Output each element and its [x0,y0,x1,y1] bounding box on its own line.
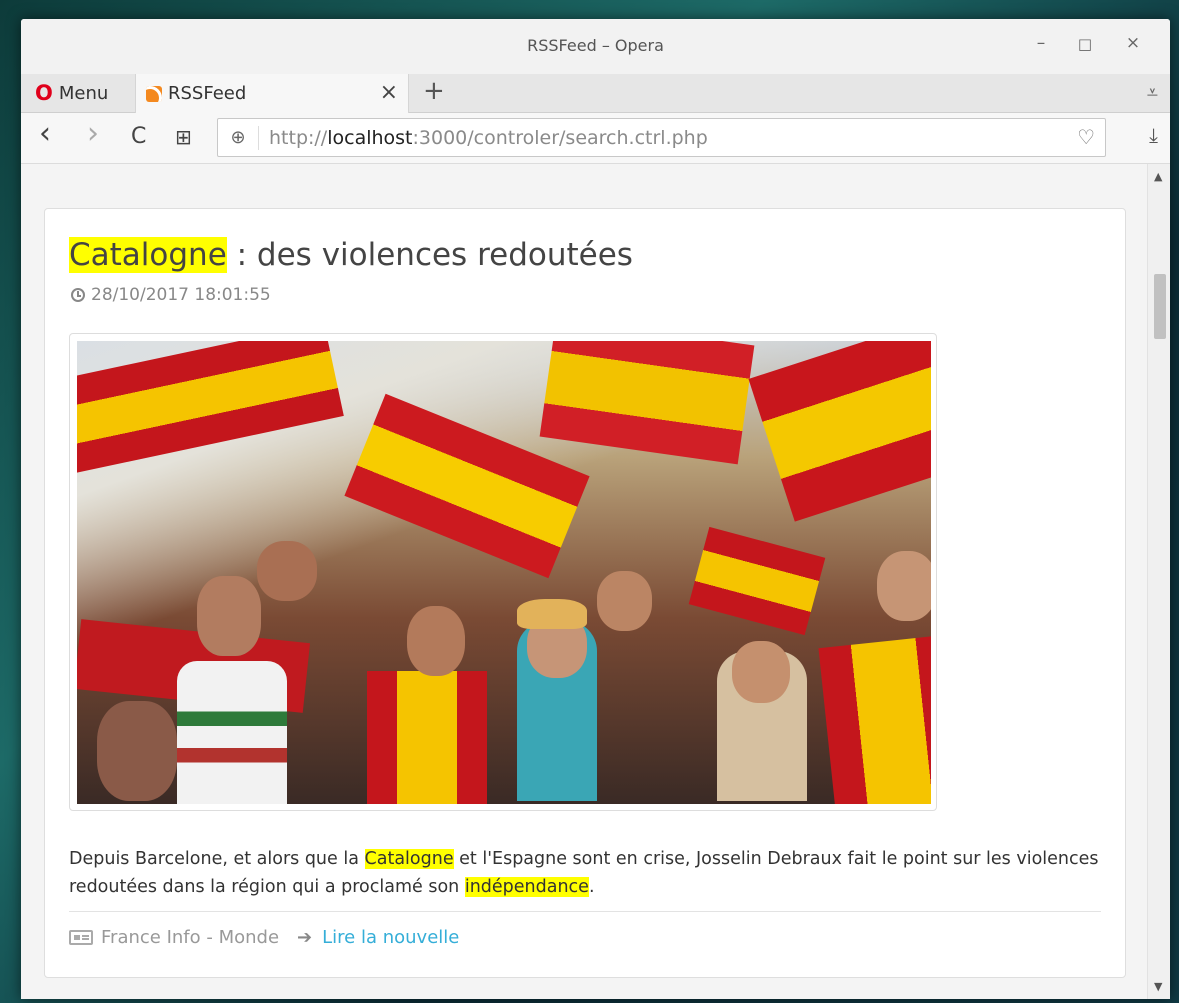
minimize-button[interactable]: – [1030,33,1052,53]
url-host: localhost [327,126,413,149]
article-description: Depuis Barcelone, et alors que la Catalo… [69,849,1099,897]
download-icon[interactable]: ⤓ [1149,123,1158,147]
maximize-button[interactable]: □ [1074,35,1096,53]
reload-button[interactable]: C [131,124,146,149]
desc-highlight-2: indépendance [464,877,589,897]
scrollbar-thumb[interactable] [1154,274,1166,339]
bookmark-heart-icon[interactable]: ♡ [1077,125,1095,149]
read-more-link[interactable]: Lire la nouvelle [322,927,459,948]
article-image [77,341,931,804]
scroll-up-icon[interactable]: ▲ [1154,170,1162,183]
address-bar: ‹ › C ⊞ ⊕ http://localhost:3000/controle… [21,113,1170,164]
tab-bar: O Menu RSSFeed × + ⩡ [21,74,1170,113]
opera-logo-icon: O [35,81,53,105]
article-footer: France Info - Monde ➔ Lire la nouvelle [69,927,459,948]
page-viewport: Catalogne : des violences redoutées 28/1… [21,164,1170,999]
newspaper-icon [69,930,93,945]
url-text: http://localhost:3000/controler/search.c… [269,126,708,149]
speed-dial-button[interactable]: ⊞ [175,125,192,149]
article-date: 28/10/2017 18:01:55 [71,285,271,305]
rss-icon [146,85,162,102]
tab-rssfeed[interactable]: RSSFeed × [135,74,409,113]
tab-label: RSSFeed [168,83,247,104]
forward-button[interactable]: › [87,116,99,151]
back-button[interactable]: ‹ [39,116,51,151]
article-title[interactable]: Catalogne : des violences redoutées [69,237,633,273]
article-card: Catalogne : des violences redoutées 28/1… [44,208,1126,978]
browser-window: RSSFeed – Opera – □ × O Menu RSSFeed × +… [21,19,1170,999]
vertical-scrollbar[interactable]: ▲ ▼ [1147,164,1170,999]
menu-label: Menu [58,82,109,104]
window-title: RSSFeed – Opera [527,36,664,55]
close-tab-button[interactable]: × [380,80,398,105]
article-image-frame [69,333,937,811]
source-label: France Info - Monde [101,927,280,948]
globe-icon: ⊕ [218,125,259,150]
clock-icon [71,288,85,302]
url-field[interactable]: ⊕ http://localhost:3000/controler/search… [217,118,1106,157]
opera-menu-button[interactable]: O Menu [21,74,133,112]
scroll-down-icon[interactable]: ▼ [1154,980,1162,993]
desc-highlight-1: Catalogne [364,849,454,869]
date-text: 28/10/2017 18:01:55 [91,285,271,305]
arrow-right-icon: ➔ [297,927,313,948]
title-highlight: Catalogne [69,237,227,273]
title-bar: RSSFeed – Opera – □ × [21,19,1170,74]
close-window-button[interactable]: × [1122,33,1144,53]
divider [69,911,1101,912]
new-tab-button[interactable]: + [423,76,445,106]
tab-menu-icon[interactable]: ⩡ [1147,80,1158,104]
